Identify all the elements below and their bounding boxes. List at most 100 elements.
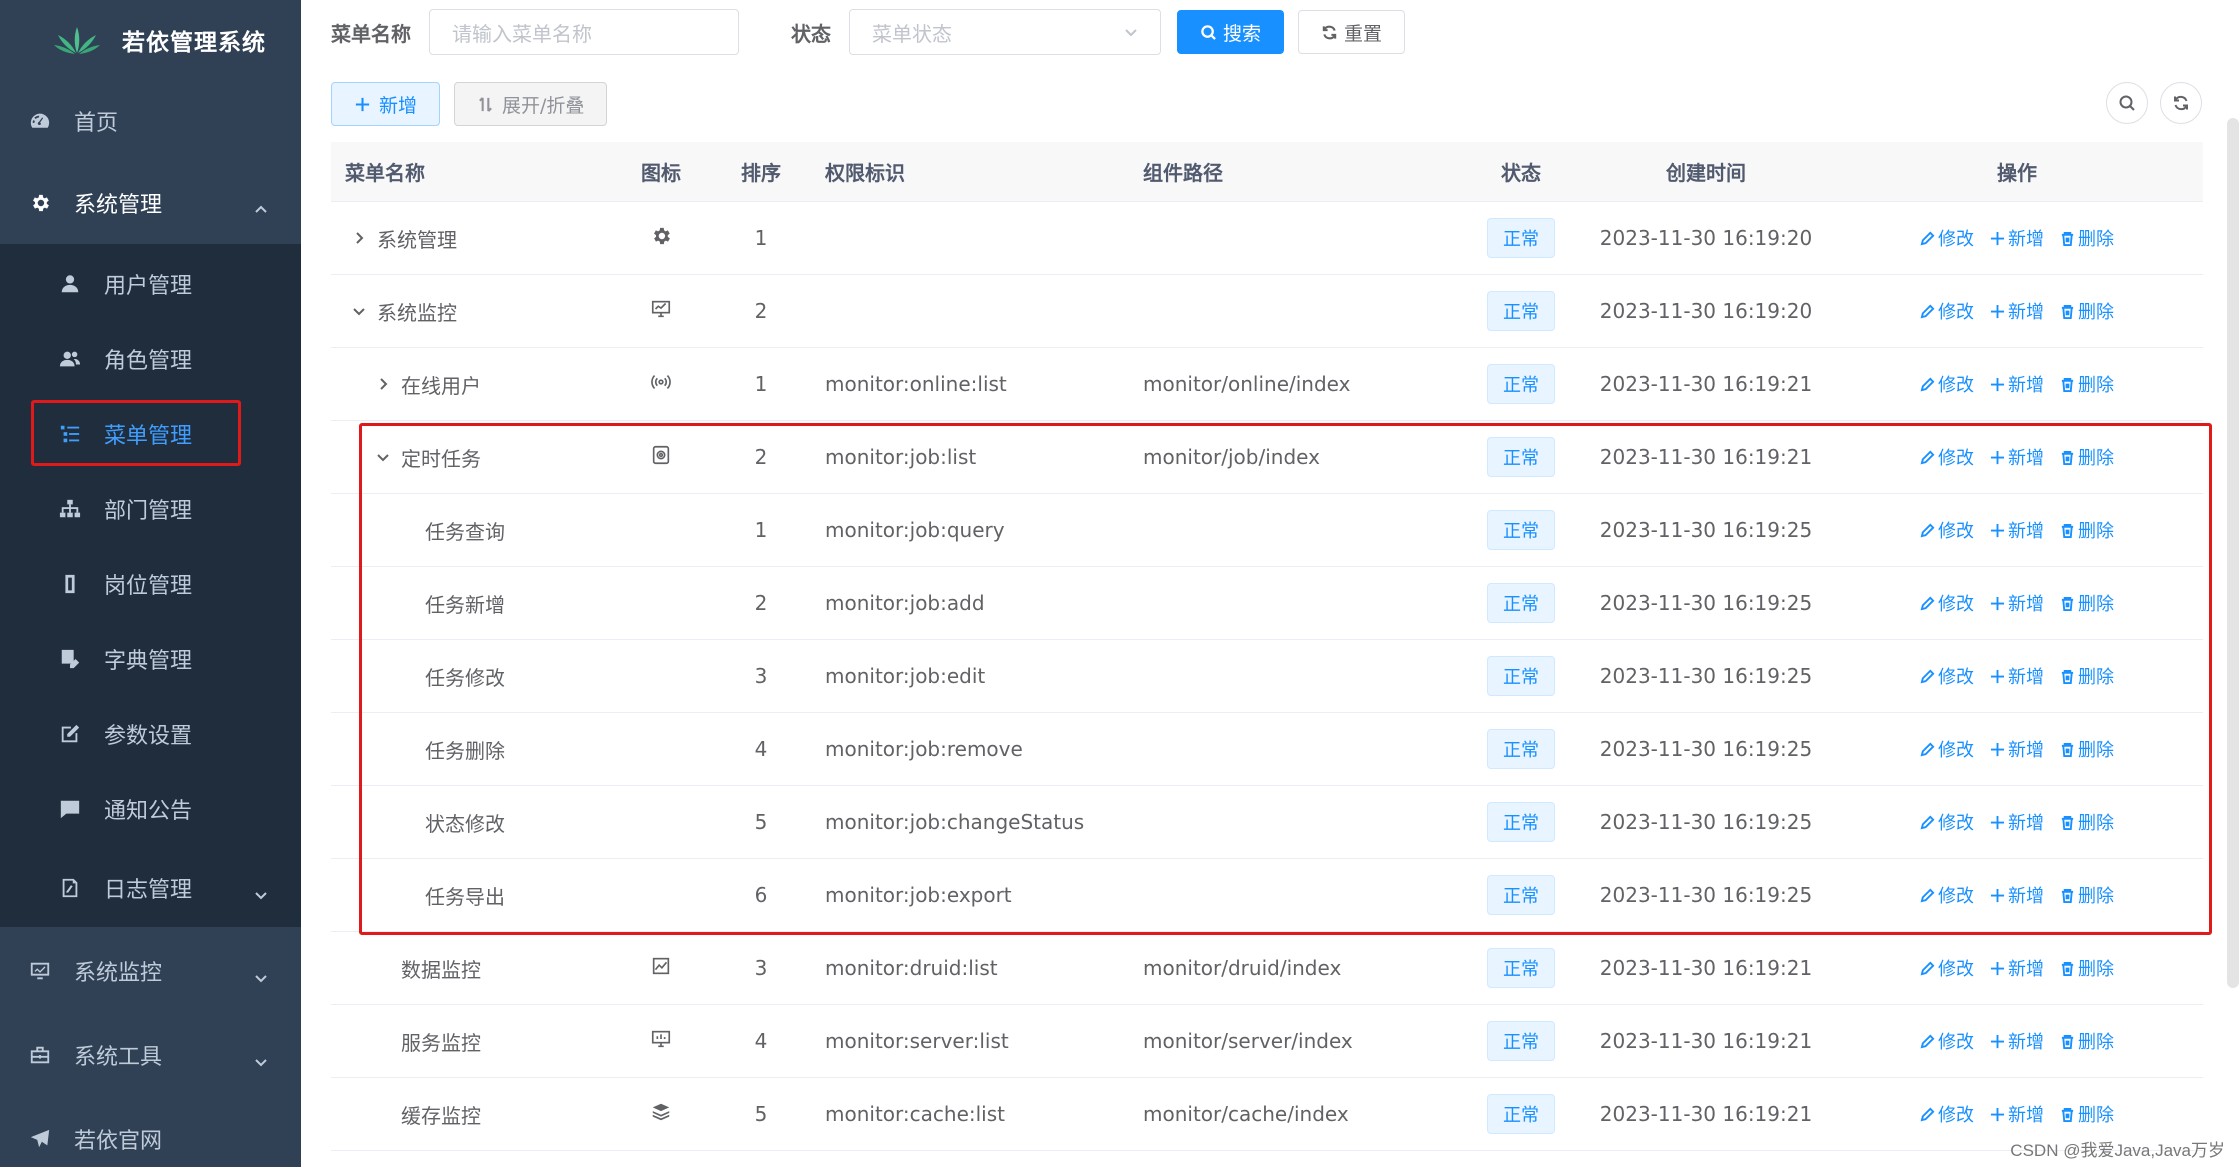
header-order: 排序 <box>741 161 781 185</box>
trash-icon <box>2061 231 2074 246</box>
chevron-right-icon[interactable] <box>375 376 391 392</box>
add-child-button[interactable]: 新增 <box>1990 371 2044 397</box>
refresh-button[interactable] <box>2160 82 2202 124</box>
add-child-button[interactable]: 新增 <box>1990 1028 2044 1054</box>
gear-icon <box>28 191 52 215</box>
menu-name-input[interactable]: 请输入菜单名称 <box>429 9 739 55</box>
table-row: 缓存监控 5 monitor:cache:list monitor/cache/… <box>331 1078 2203 1151</box>
sidebar-item-home[interactable]: 首页 <box>0 90 301 152</box>
trash-icon <box>2061 1107 2074 1122</box>
search-button-label: 搜索 <box>1223 22 1262 45</box>
reset-button-label: 重置 <box>1344 22 1383 45</box>
druid-icon <box>650 955 672 982</box>
edit-icon <box>1920 231 1935 245</box>
row-component: monitor/server/index <box>1143 1029 1353 1053</box>
edit-button[interactable]: 修改 <box>1920 955 1974 981</box>
edit-button[interactable]: 修改 <box>1920 298 1974 324</box>
header-component: 组件路径 <box>1143 161 1223 185</box>
sidebar-item-system[interactable]: 系统管理 <box>0 172 301 234</box>
header-status: 状态 <box>1501 161 1541 185</box>
refresh-icon <box>1322 25 1337 39</box>
delete-button[interactable]: 删除 <box>2060 1101 2114 1127</box>
sidebar-item-label: 系统工具 <box>74 1045 163 1070</box>
sidebar-item-monitor[interactable]: 系统监控 <box>0 940 301 1002</box>
delete-button[interactable]: 删除 <box>2060 371 2114 397</box>
add-child-button[interactable]: 新增 <box>1990 225 2044 251</box>
status-badge: 正常 <box>1487 218 1555 258</box>
table-row: 服务监控 4 monitor:server:list monitor/serve… <box>331 1005 2203 1078</box>
delete-button[interactable]: 删除 <box>2060 298 2114 324</box>
sidebar-item-label: 参数设置 <box>104 724 193 749</box>
search-form: 菜单名称 请输入菜单名称 状态 菜单状态 搜索 重置 <box>331 8 1406 56</box>
brand[interactable]: 若依管理系统 <box>0 0 301 80</box>
edit-icon <box>1920 961 1935 975</box>
dashboard-icon <box>28 109 52 133</box>
sidebar-item-log[interactable]: 日志管理 <box>0 852 301 924</box>
watermark: CSDN @我爱Java,Java万岁 <box>2010 1141 2225 1160</box>
search-icon <box>1201 24 1216 40</box>
server-icon <box>650 1028 672 1055</box>
search-button[interactable]: 搜索 <box>1177 10 1285 54</box>
add-button[interactable]: 新增 <box>331 82 441 126</box>
expand-collapse-button[interactable]: 展开/折叠 <box>454 82 608 126</box>
sidebar-item-posts[interactable]: 岗位管理 <box>0 550 301 618</box>
row-order: 2 <box>754 299 768 323</box>
log-icon <box>58 876 82 900</box>
status-select-placeholder: 菜单状态 <box>872 21 952 46</box>
plus-icon <box>1990 961 2005 975</box>
header-icon: 图标 <box>641 161 681 185</box>
edit-button[interactable]: 修改 <box>1920 225 1974 251</box>
sidebar-item-label: 岗位管理 <box>104 574 193 599</box>
chevron-right-icon[interactable] <box>351 230 367 246</box>
chevron-down-icon <box>1124 20 1138 44</box>
trash-icon <box>2061 1034 2074 1049</box>
add-child-button[interactable]: 新增 <box>1990 298 2044 324</box>
sidebar-item-label: 日志管理 <box>104 878 193 903</box>
sidebar-item-tools[interactable]: 系统工具 <box>0 1024 301 1086</box>
add-child-button[interactable]: 新增 <box>1990 955 2044 981</box>
sidebar-item-config[interactable]: 参数设置 <box>0 700 301 768</box>
chevron-down-icon[interactable] <box>351 303 367 319</box>
row-order: 1 <box>754 226 768 250</box>
row-created: 2023-11-30 16:19:20 <box>1599 226 1813 250</box>
status-badge: 正常 <box>1487 1094 1555 1134</box>
sidebar-item-roles[interactable]: 角色管理 <box>0 325 301 393</box>
sidebar-item-notice[interactable]: 通知公告 <box>0 775 301 843</box>
online-icon <box>650 371 672 398</box>
header-created: 创建时间 <box>1666 161 1746 185</box>
sidebar-item-users[interactable]: 用户管理 <box>0 250 301 318</box>
delete-button[interactable]: 删除 <box>2060 1028 2114 1054</box>
sidebar-item-depts[interactable]: 部门管理 <box>0 475 301 543</box>
edit-button[interactable]: 修改 <box>1920 1101 1974 1127</box>
status-badge: 正常 <box>1487 291 1555 331</box>
row-perm: monitor:online:list <box>825 372 1007 396</box>
edit-icon <box>1920 377 1935 391</box>
sidebar-item-dict[interactable]: 字典管理 <box>0 625 301 693</box>
add-child-button[interactable]: 新增 <box>1990 1101 2044 1127</box>
edit-icon <box>1920 304 1935 318</box>
plus-icon <box>1990 304 2005 318</box>
delete-button[interactable]: 删除 <box>2060 955 2114 981</box>
sidebar-item-website[interactable]: 若依官网 <box>0 1108 301 1167</box>
delete-button[interactable]: 删除 <box>2060 225 2114 251</box>
plus-icon <box>355 97 370 111</box>
status-select[interactable]: 菜单状态 <box>849 9 1161 55</box>
edit-icon <box>58 722 82 746</box>
row-name: 数据监控 <box>401 957 481 982</box>
sidebar-item-label: 若依官网 <box>74 1129 163 1154</box>
user-icon <box>58 272 82 296</box>
row-created: 2023-11-30 16:19:21 <box>1599 956 1813 980</box>
sidebar-item-label: 用户管理 <box>104 274 193 299</box>
edit-icon <box>1920 1107 1935 1121</box>
reset-button[interactable]: 重置 <box>1298 10 1406 54</box>
toggle-search-button[interactable] <box>2106 82 2148 124</box>
edit-button[interactable]: 修改 <box>1920 371 1974 397</box>
row-name: 在线用户 <box>401 373 481 398</box>
monitor-icon <box>28 959 52 983</box>
vertical-scrollbar[interactable] <box>2227 118 2239 988</box>
sidebar-item-label: 角色管理 <box>104 349 193 374</box>
search-icon <box>2119 95 2135 111</box>
edit-button[interactable]: 修改 <box>1920 1028 1974 1054</box>
sidebar: 若依管理系统 首页 系统管理 用户管理 角色管理 菜单管理 部门管理 岗位管理 … <box>0 0 301 1167</box>
sidebar-item-label: 字典管理 <box>104 649 193 674</box>
